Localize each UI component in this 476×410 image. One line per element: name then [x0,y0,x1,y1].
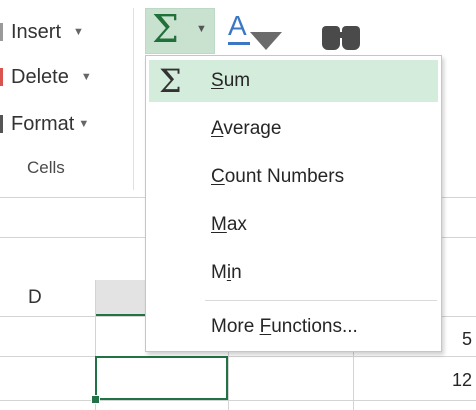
sigma-icon: Σ [159,62,182,100]
find-select-button[interactable] [314,18,366,52]
insert-icon [0,23,9,41]
sort-underline [228,42,250,45]
insert-button[interactable]: Insert ▼ [0,15,84,49]
cell-value[interactable]: 12 [452,370,472,391]
menu-item-label: Sum [211,70,251,91]
autosum-button[interactable]: Σ ▼ [145,7,215,54]
menu-item-sum[interactable]: Σ Sum [149,60,438,102]
menu-item-label: Count Numbers [211,166,345,187]
cell-value[interactable]: 5 [462,329,472,350]
format-icon [0,115,9,133]
sigma-icon: Σ [152,7,179,51]
binoculars-icon [322,26,340,50]
format-button[interactable]: Format ▼ [0,107,89,141]
delete-label: Delete [11,65,69,88]
chevron-down-icon: ▼ [73,26,84,38]
menu-item-label: Average [211,118,282,139]
grid-line [0,356,476,357]
sort-filter-icon: A [228,10,247,41]
menu-item-label: Max [211,214,247,235]
chevron-down-icon: ▼ [78,118,90,130]
format-label: Format [11,112,75,135]
grid-line [0,400,476,401]
group-divider [133,8,134,190]
chevron-down-icon: ▼ [196,23,207,35]
menu-item-max[interactable]: Max [149,204,438,246]
chevron-down-icon: ▼ [80,71,92,83]
menu-item-label: More Functions... [211,316,358,337]
menu-separator [205,300,437,301]
menu-item-more-functions[interactable]: More Functions... [149,306,438,348]
menu-item-average[interactable]: Average [149,108,438,150]
sort-filter-button[interactable]: A [224,8,296,54]
autosum-dropdown-menu: Σ Sum Average Count Numbers Max Min More… [145,55,442,352]
fill-handle[interactable] [91,395,100,404]
insert-label: Insert [11,20,62,43]
selected-cell[interactable] [95,356,228,400]
menu-item-min[interactable]: Min [149,252,438,294]
menu-item-label: Min [211,262,242,283]
delete-icon [0,68,9,86]
column-header-d[interactable]: D [0,280,95,316]
binoculars-icon [342,26,360,50]
cells-group-label: Cells [27,158,65,177]
delete-button[interactable]: Delete ▼ [0,60,92,94]
menu-item-count-numbers[interactable]: Count Numbers [149,156,438,198]
funnel-icon [250,32,282,50]
